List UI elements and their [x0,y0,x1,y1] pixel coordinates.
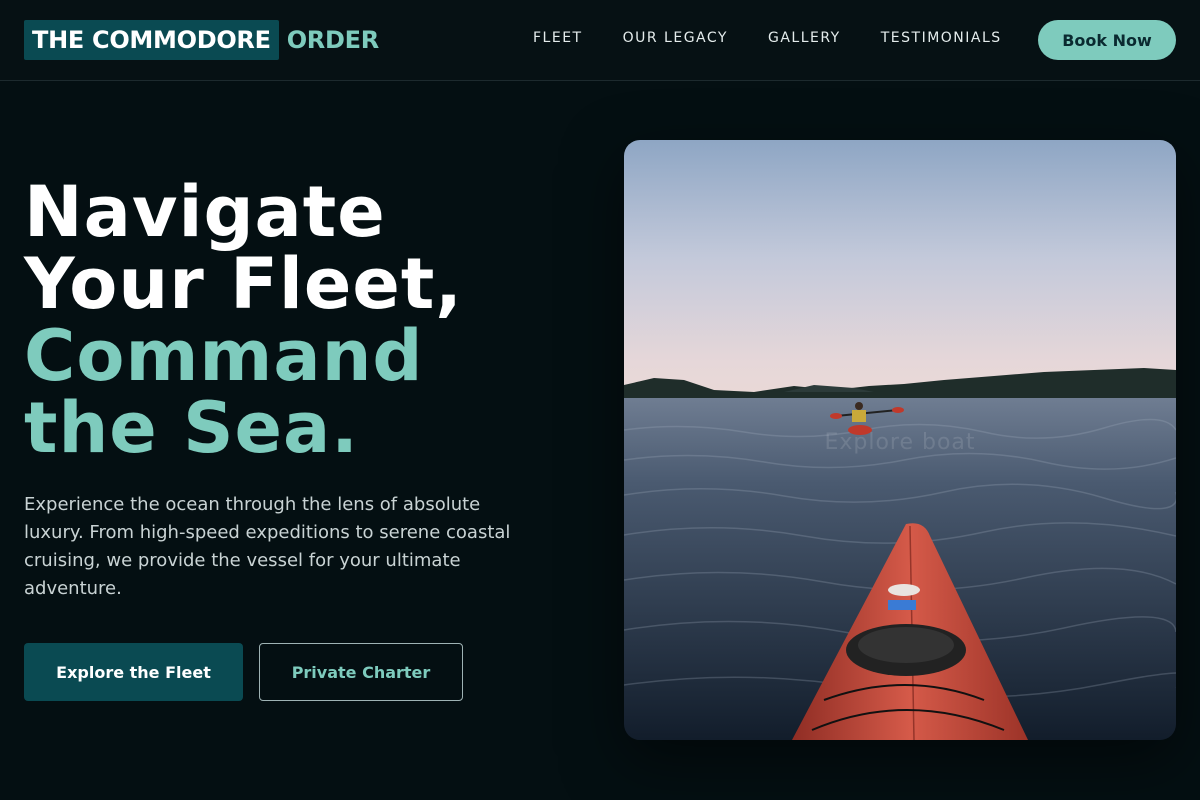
hero-title-line-4: the Sea. [24,387,359,469]
hero-description: Experience the ocean through the lens of… [24,494,511,599]
nav-item-gallery[interactable]: GALLERY [768,30,841,46]
hero-title: Navigate Your Fleet, Command the Sea. [24,176,584,464]
explore-fleet-button[interactable]: Explore the Fleet [24,643,243,701]
brand-logo-accent: ORDER [286,26,379,54]
hero-title-line-2: Your Fleet, [24,243,463,325]
hero-title-line-1: Navigate [24,171,386,253]
nav-item-our-legacy[interactable]: OUR LEGACY [623,30,728,46]
hero-image-watermark: Explore boat [824,430,976,455]
book-now-button[interactable]: Book Now [1038,20,1176,60]
nav-item-testimonials[interactable]: TESTIMONIALS [881,30,1002,46]
hero-image: Explore boat [624,140,1176,740]
hero-title-line-3: Command [24,315,424,397]
brand-logo-badge: THE COMMODORE [24,20,279,60]
nav-item-fleet[interactable]: FLEET [533,30,583,46]
site-header: THE COMMODORE ORDER FLEET OUR LEGACY GAL… [0,0,1200,81]
private-charter-button[interactable]: Private Charter [259,643,463,701]
brand-logo[interactable]: THE COMMODORE ORDER [24,20,379,60]
main-nav: FLEET OUR LEGACY GALLERY TESTIMONIALS [533,30,1002,46]
